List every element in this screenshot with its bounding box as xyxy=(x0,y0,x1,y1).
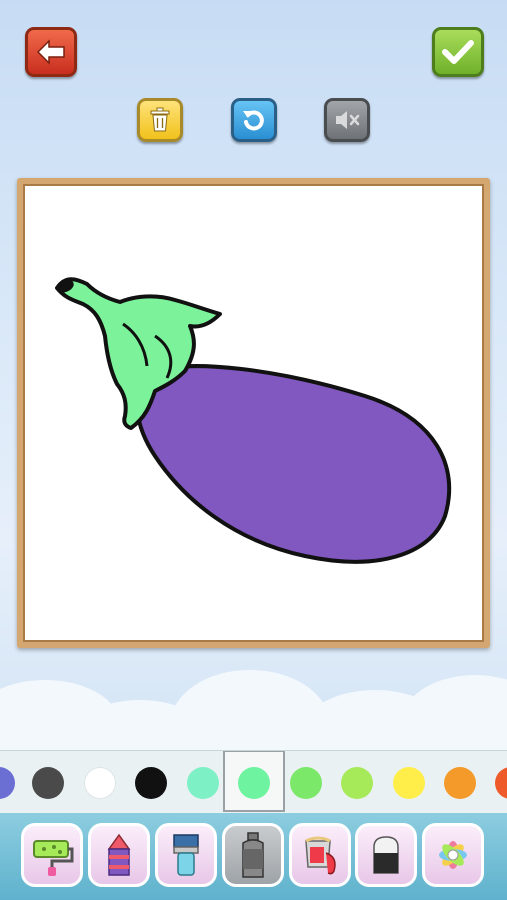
canvas-frame xyxy=(17,178,490,648)
trash-button[interactable] xyxy=(137,98,183,142)
paint-bucket-icon xyxy=(305,836,336,875)
tool-pattern-flower[interactable] xyxy=(422,823,484,887)
color-swatch[interactable] xyxy=(238,767,270,799)
color-swatch[interactable] xyxy=(187,767,219,799)
checkmark-icon xyxy=(442,40,474,64)
color-swatch[interactable] xyxy=(0,767,15,799)
drawing-canvas[interactable] xyxy=(35,196,472,630)
spray-can-icon xyxy=(242,832,264,878)
crayon-icon xyxy=(107,833,131,876)
tool-bar xyxy=(0,813,507,900)
pattern-flower-icon xyxy=(439,841,467,869)
color-swatch[interactable] xyxy=(444,767,476,799)
eggplant-body xyxy=(134,364,452,564)
eraser-icon xyxy=(373,836,399,874)
done-button[interactable] xyxy=(432,27,484,77)
tool-crayon[interactable] xyxy=(88,823,150,887)
tool-paint-bucket[interactable] xyxy=(289,823,351,887)
tool-paintbrush[interactable] xyxy=(155,823,217,887)
color-swatch[interactable] xyxy=(135,767,167,799)
tool-paint-roller[interactable] xyxy=(21,823,83,887)
trash-icon xyxy=(150,107,170,132)
color-swatch[interactable] xyxy=(341,767,373,799)
paint-roller-icon xyxy=(33,840,74,876)
mute-button[interactable] xyxy=(324,98,370,142)
color-swatch[interactable] xyxy=(84,767,116,799)
background-clouds xyxy=(0,640,507,780)
color-swatch[interactable] xyxy=(495,767,507,799)
undo-button[interactable] xyxy=(231,98,277,142)
tool-eraser[interactable] xyxy=(355,823,417,887)
color-palette xyxy=(0,750,507,814)
color-swatch[interactable] xyxy=(290,767,322,799)
eggplant-drawing xyxy=(55,277,452,564)
back-arrow-icon xyxy=(36,39,65,65)
paintbrush-icon xyxy=(173,834,199,876)
undo-icon xyxy=(243,110,264,131)
back-button[interactable] xyxy=(25,27,77,77)
color-swatch[interactable] xyxy=(32,767,64,799)
color-swatch[interactable] xyxy=(393,767,425,799)
speaker-muted-icon xyxy=(336,111,360,129)
tool-spray-can[interactable] xyxy=(222,823,284,887)
